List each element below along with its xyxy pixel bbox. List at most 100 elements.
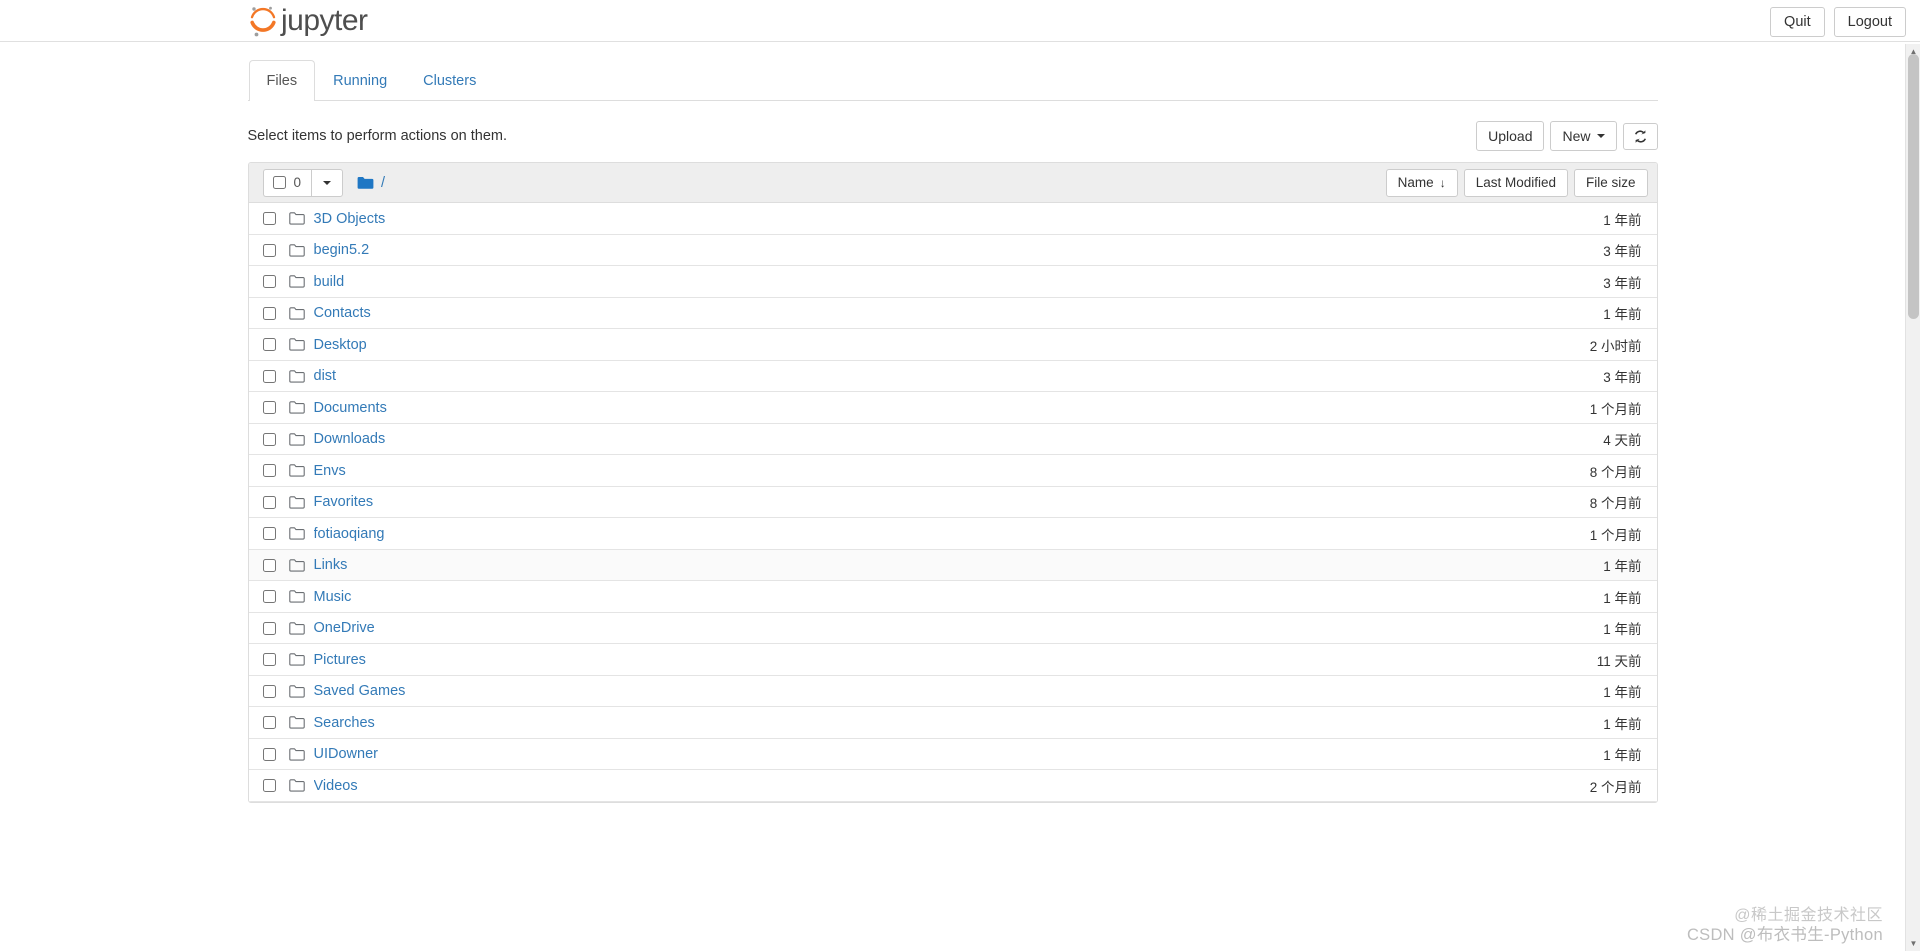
- table-row[interactable]: Pictures 11 天前: [248, 644, 1657, 676]
- logout-button[interactable]: Logout: [1833, 7, 1906, 38]
- table-row[interactable]: Desktop 2 小时前: [248, 329, 1657, 361]
- file-modified: 8 个月前: [1589, 496, 1642, 512]
- row-checkbox-cell: [262, 684, 289, 698]
- file-modified: 2 个月前: [1589, 779, 1642, 795]
- table-row[interactable]: dist 3 年前: [248, 360, 1657, 393]
- table-row[interactable]: fotiaoqiang 1 个月前: [248, 518, 1657, 550]
- table-row[interactable]: Downloads 4 天前: [248, 423, 1657, 456]
- sort-by-size-button[interactable]: File size: [1573, 168, 1648, 197]
- file-name-link[interactable]: Contacts: [314, 305, 1440, 321]
- file-modified: 8 个月前: [1589, 464, 1642, 480]
- table-row[interactable]: 3D Objects 1 年前: [248, 203, 1657, 235]
- row-checkbox[interactable]: [262, 716, 276, 730]
- scroll-thumb[interactable]: [1908, 54, 1919, 319]
- row-checkbox[interactable]: [262, 401, 276, 415]
- table-row[interactable]: Envs 8 个月前: [248, 455, 1657, 487]
- row-checkbox[interactable]: [262, 495, 276, 509]
- tab-clusters[interactable]: Clusters: [405, 60, 494, 101]
- upload-button[interactable]: Upload: [1476, 121, 1545, 152]
- file-name-link[interactable]: begin5.2: [314, 242, 1440, 258]
- page-body: Files Running Clusters Select items to p…: [0, 42, 1905, 949]
- arrow-down-icon: ↓: [1439, 175, 1446, 190]
- folder-icon: [288, 212, 314, 225]
- file-name-link[interactable]: build: [314, 274, 1440, 290]
- row-checkbox[interactable]: [262, 275, 276, 289]
- row-checkbox[interactable]: [262, 590, 276, 604]
- table-row[interactable]: OneDrive 1 年前: [248, 612, 1657, 645]
- file-name-link[interactable]: fotiaoqiang: [314, 526, 1440, 542]
- file-modified: 1 年前: [1603, 212, 1642, 228]
- breadcrumb-root-link[interactable]: /: [381, 175, 385, 191]
- file-name-link[interactable]: OneDrive: [314, 620, 1440, 636]
- table-row[interactable]: Videos 2 个月前: [248, 770, 1657, 802]
- row-checkbox[interactable]: [262, 212, 276, 226]
- table-row[interactable]: Documents 1 个月前: [248, 392, 1657, 424]
- quit-button[interactable]: Quit: [1770, 7, 1825, 38]
- row-checkbox[interactable]: [262, 621, 276, 635]
- table-row[interactable]: Links 1 年前: [248, 549, 1657, 582]
- folder-icon: [288, 527, 314, 540]
- file-rows: 3D Objects 1 年前 begin5.2 3 年前 build 3 年前 Conta…: [248, 203, 1657, 802]
- row-checkbox[interactable]: [262, 653, 276, 667]
- refresh-button[interactable]: [1622, 122, 1658, 150]
- sort-by-modified-button[interactable]: Last Modified: [1463, 168, 1568, 197]
- row-checkbox-cell: [262, 369, 289, 383]
- tab-files[interactable]: Files: [248, 60, 316, 102]
- sort-by-name-button[interactable]: Name ↓: [1385, 168, 1458, 197]
- file-modified: 1 年前: [1603, 685, 1642, 701]
- file-name-link[interactable]: Downloads: [314, 431, 1440, 447]
- file-modified: 1 年前: [1603, 307, 1642, 323]
- watermark: @稀土掘金技术社区 CSDN @布衣书生-Python: [1687, 907, 1883, 945]
- folder-icon: [288, 590, 314, 603]
- new-button[interactable]: New: [1550, 121, 1617, 152]
- tab-running[interactable]: Running: [315, 60, 405, 101]
- row-checkbox-cell: [262, 747, 289, 761]
- table-row[interactable]: UIDowner 1 年前: [248, 738, 1657, 771]
- row-checkbox[interactable]: [262, 338, 276, 352]
- file-name-link[interactable]: Documents: [314, 400, 1440, 416]
- file-modified: 3 年前: [1603, 370, 1642, 386]
- row-checkbox[interactable]: [262, 747, 276, 761]
- file-modified: 3 年前: [1603, 275, 1642, 291]
- page-scrollbar[interactable]: ▲ ▼: [1905, 44, 1920, 951]
- table-row[interactable]: Music 1 年前: [248, 581, 1657, 613]
- row-checkbox[interactable]: [262, 306, 276, 320]
- file-name-link[interactable]: Favorites: [314, 494, 1440, 510]
- file-name-link[interactable]: Envs: [314, 463, 1440, 479]
- row-checkbox[interactable]: [262, 527, 276, 541]
- row-checkbox[interactable]: [262, 432, 276, 446]
- row-checkbox[interactable]: [262, 684, 276, 698]
- file-name-link[interactable]: Links: [314, 557, 1440, 573]
- table-row[interactable]: Saved Games 1 年前: [248, 675, 1657, 708]
- table-row[interactable]: Contacts 1 年前: [248, 297, 1657, 330]
- file-name-link[interactable]: Pictures: [314, 652, 1440, 668]
- folder-icon: [288, 464, 314, 477]
- row-checkbox[interactable]: [262, 464, 276, 478]
- file-modified: 4 天前: [1603, 433, 1642, 449]
- file-name-link[interactable]: Music: [314, 589, 1440, 605]
- file-name-link[interactable]: UIDowner: [314, 746, 1440, 762]
- file-name-link[interactable]: 3D Objects: [314, 211, 1440, 227]
- table-row[interactable]: Searches 1 年前: [248, 707, 1657, 739]
- select-all-checkbox[interactable]: [272, 176, 286, 190]
- selected-count: 0: [293, 175, 302, 191]
- file-name-link[interactable]: dist: [314, 368, 1440, 384]
- row-checkbox[interactable]: [262, 369, 276, 383]
- row-checkbox[interactable]: [262, 558, 276, 572]
- row-checkbox[interactable]: [262, 779, 276, 793]
- jupyter-logo[interactable]: jupyter: [248, 2, 368, 40]
- folder-icon: [288, 338, 314, 351]
- file-name-link[interactable]: Searches: [314, 715, 1440, 731]
- row-checkbox[interactable]: [262, 243, 276, 257]
- file-name-link[interactable]: Desktop: [314, 337, 1440, 353]
- select-menu-button[interactable]: [311, 168, 344, 197]
- table-row[interactable]: build 3 年前: [248, 266, 1657, 298]
- refresh-icon: [1633, 129, 1648, 144]
- table-row[interactable]: Favorites 8 个月前: [248, 486, 1657, 519]
- file-name-link[interactable]: Videos: [314, 778, 1440, 794]
- file-name-link[interactable]: Saved Games: [314, 683, 1440, 699]
- folder-icon: [288, 747, 314, 761]
- chevron-down-icon: [323, 180, 332, 185]
- table-row[interactable]: begin5.2 3 年前: [248, 234, 1657, 267]
- scroll-down-icon[interactable]: ▼: [1906, 936, 1920, 951]
